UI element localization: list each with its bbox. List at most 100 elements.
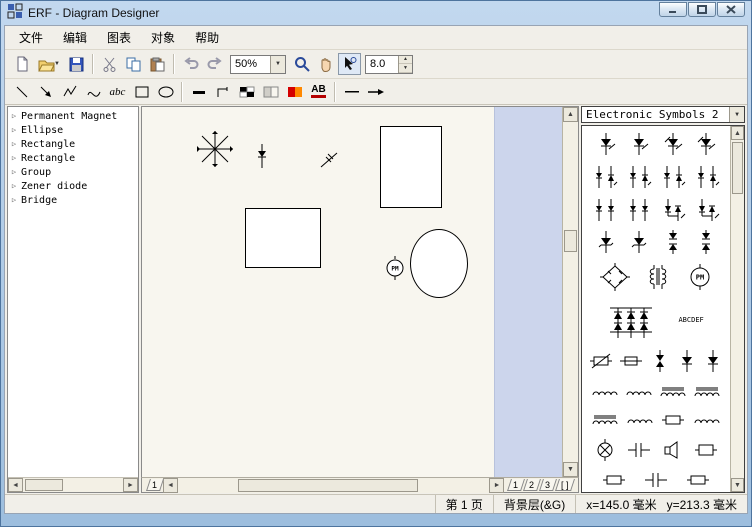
- pm-motor-shape[interactable]: PM: [385, 256, 405, 285]
- thyristor-pair-symbol[interactable]: [626, 165, 652, 189]
- triac-symbol[interactable]: [660, 198, 686, 222]
- inductor-core-symbol[interactable]: [660, 382, 686, 402]
- paste-button[interactable]: [146, 53, 169, 75]
- zener-diode-shape[interactable]: [254, 143, 270, 174]
- zoom-dropdown-icon[interactable]: ▼: [270, 56, 285, 73]
- gto-thyristor-symbol[interactable]: [694, 132, 718, 156]
- expand-icon[interactable]: ▷: [10, 154, 18, 162]
- capacitor-symbol[interactable]: [644, 470, 668, 490]
- capacitor-symbol[interactable]: [627, 440, 651, 460]
- inductor-core-symbol[interactable]: [694, 382, 720, 402]
- color-button[interactable]: [283, 81, 306, 103]
- diagonal-symbol-shape[interactable]: [318, 149, 340, 176]
- scroll-up-icon[interactable]: ▲: [563, 107, 578, 122]
- three-phase-bridge-symbol[interactable]: [608, 300, 654, 340]
- expand-icon[interactable]: ▷: [10, 126, 18, 134]
- inductor-symbol[interactable]: [626, 382, 652, 402]
- zoom-combobox[interactable]: 50%▼: [230, 55, 286, 74]
- relay-coil-symbol[interactable]: [694, 441, 718, 459]
- scroll-thumb[interactable]: [732, 142, 743, 194]
- font-color-button[interactable]: AB: [307, 81, 330, 103]
- tree-item-rectangle[interactable]: ▷Rectangle: [10, 151, 138, 165]
- copy-button[interactable]: [122, 53, 145, 75]
- expand-icon[interactable]: ▷: [10, 196, 18, 204]
- tree-item-group[interactable]: ▷Group: [10, 165, 138, 179]
- resistor-symbol[interactable]: [602, 472, 626, 488]
- scroll-thumb[interactable]: [25, 479, 63, 491]
- tree-item-rectangle[interactable]: ▷Rectangle: [10, 137, 138, 151]
- canvas-v-scrollbar[interactable]: ▲ ▼: [562, 107, 578, 477]
- text-tool-button[interactable]: abc: [106, 81, 129, 103]
- thyristor-symbol[interactable]: [594, 132, 618, 156]
- expand-icon[interactable]: ▷: [10, 140, 18, 148]
- scroll-left-icon[interactable]: ◄: [163, 478, 178, 493]
- varistor-symbol[interactable]: [589, 349, 613, 373]
- rectangle-shape[interactable]: [380, 126, 442, 208]
- thyristor-pair-symbol[interactable]: [660, 165, 686, 189]
- scroll-right-icon[interactable]: ►: [123, 478, 138, 492]
- maximize-button[interactable]: [688, 2, 716, 17]
- resistor-symbol[interactable]: [661, 412, 685, 428]
- plain-line-button[interactable]: [340, 81, 363, 103]
- scroll-left-icon[interactable]: ◄: [8, 478, 23, 492]
- lamp-symbol[interactable]: [594, 439, 616, 461]
- menu-item-3[interactable]: 对象: [141, 26, 185, 49]
- inductor-symbol[interactable]: [627, 410, 653, 430]
- rectangle-tool-button[interactable]: [130, 81, 153, 103]
- scroll-thumb[interactable]: [238, 479, 418, 492]
- tree-item-zener-diode[interactable]: ▷Zener diode: [10, 179, 138, 193]
- speaker-symbol[interactable]: [661, 440, 683, 460]
- canvas-h-scrollbar[interactable]: ◄ ►: [163, 478, 504, 493]
- expand-icon[interactable]: ▷: [10, 168, 18, 176]
- cut-button[interactable]: [98, 53, 121, 75]
- triac-symbol[interactable]: [694, 198, 720, 222]
- zener-symbol[interactable]: [627, 230, 651, 254]
- tree-item-ellipse[interactable]: ▷Ellipse: [10, 123, 138, 137]
- zener-pair-symbol[interactable]: [661, 230, 685, 254]
- permanent-magnet-shape[interactable]: [192, 129, 238, 176]
- polyline-tool-button[interactable]: [58, 81, 81, 103]
- tree-item-bridge[interactable]: ▷Bridge: [10, 193, 138, 207]
- palette-combobox[interactable]: Electronic Symbols 2 ▼: [581, 106, 745, 123]
- zoom-tool-button[interactable]: [290, 53, 313, 75]
- open-button[interactable]: ▼: [34, 53, 64, 75]
- page-tab-current[interactable]: 1: [146, 479, 164, 491]
- diode-symbol[interactable]: [677, 349, 697, 373]
- inductor-symbol[interactable]: [592, 382, 618, 402]
- curve-tool-button[interactable]: [82, 81, 105, 103]
- palette-dropdown-icon[interactable]: ▼: [729, 107, 744, 122]
- new-page-tab[interactable]: [ ]: [556, 479, 575, 491]
- ellipse-tool-button[interactable]: [154, 81, 177, 103]
- redo-button[interactable]: [203, 53, 226, 75]
- menu-item-1[interactable]: 编辑: [53, 26, 97, 49]
- zoom-region-button[interactable]: [338, 53, 361, 75]
- gto-thyristor-symbol[interactable]: [661, 132, 685, 156]
- arrow-line-tool-button[interactable]: [34, 81, 57, 103]
- fuse-symbol[interactable]: [619, 349, 643, 373]
- inductor-core-symbol[interactable]: [592, 410, 618, 430]
- menu-item-4[interactable]: 帮助: [185, 26, 229, 49]
- zener-pair-symbol[interactable]: [694, 230, 718, 254]
- palette-scrollbar[interactable]: ▲ ▼: [730, 126, 744, 492]
- save-button[interactable]: [65, 53, 88, 75]
- ellipse-shape[interactable]: [410, 229, 468, 298]
- scroll-down-icon[interactable]: ▼: [731, 478, 744, 492]
- resistor-symbol[interactable]: [686, 472, 710, 488]
- grid-size-spinner[interactable]: 8.0▲▼: [365, 55, 413, 74]
- bridge-rectifier-symbol[interactable]: [600, 263, 630, 291]
- connector-button[interactable]: [211, 81, 234, 103]
- tree-item-permanent-magnet[interactable]: ▷Permanent Magnet: [10, 109, 138, 123]
- arrow-button[interactable]: [364, 81, 387, 103]
- thyristor-pair-symbol[interactable]: [592, 165, 618, 189]
- thyristor-pair-symbol[interactable]: [694, 165, 720, 189]
- zener-symbol[interactable]: [594, 230, 618, 254]
- fill-style-button[interactable]: [259, 81, 282, 103]
- thick-line-button[interactable]: [187, 81, 210, 103]
- new-button[interactable]: [10, 53, 33, 75]
- transformer-symbol[interactable]: [645, 264, 671, 290]
- spin-down-icon[interactable]: ▼: [399, 64, 412, 73]
- scroll-thumb[interactable]: [564, 230, 577, 252]
- inductor-symbol[interactable]: [694, 410, 720, 430]
- line-style-button[interactable]: [235, 81, 258, 103]
- menu-item-2[interactable]: 图表: [97, 26, 141, 49]
